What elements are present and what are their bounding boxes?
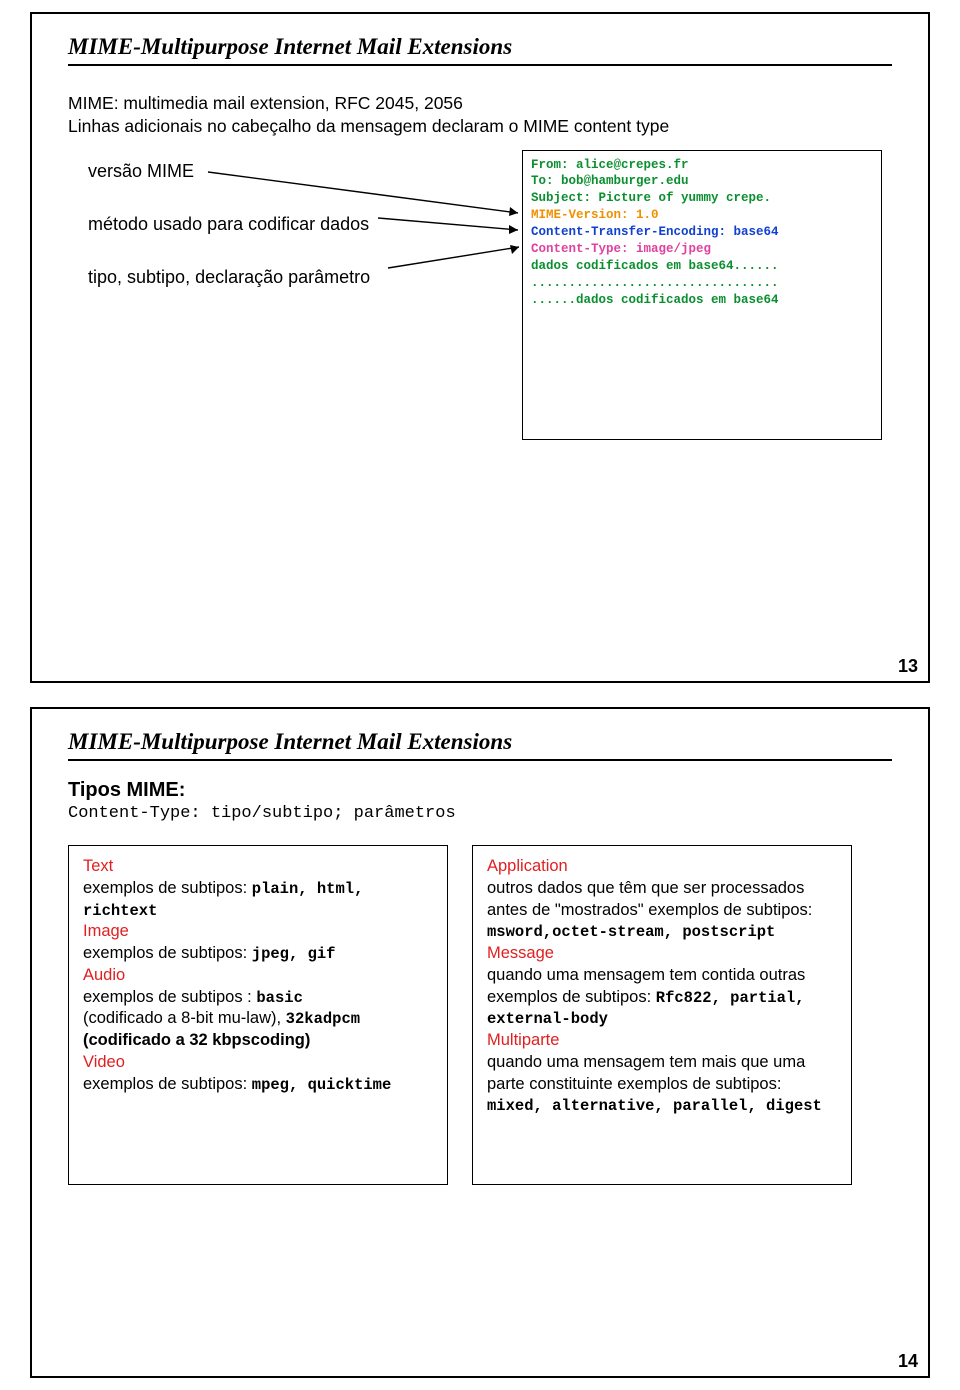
type-message: Message (487, 944, 554, 962)
example-label: outros dados que têm que ser processados… (487, 879, 812, 919)
code-data: ................................. (531, 276, 779, 290)
slide-title: MIME-Multipurpose Internet Mail Extensio… (68, 729, 892, 755)
example-values: jpeg, gif (252, 945, 336, 963)
intro-block: MIME: multimedia mail extension, RFC 204… (68, 92, 892, 138)
type-text: Text (83, 857, 113, 875)
example-values: basic (256, 989, 303, 1007)
example-note: (codificado a 32 kbpscoding) (83, 1031, 310, 1049)
label-encoding: método usado para codificar dados (88, 213, 370, 236)
example-values: mixed, alternative, parallel, digest (487, 1097, 822, 1115)
types-right-card: Application outros dados que têm que ser… (472, 845, 852, 1185)
content-row: versão MIME método usado para codificar … (68, 160, 892, 460)
page-number: 14 (898, 1351, 918, 1372)
type-video: Video (83, 1053, 125, 1071)
slide-title: MIME-Multipurpose Internet Mail Extensio… (68, 34, 892, 60)
code-version: MIME-Version: 1.0 (531, 208, 659, 222)
section-heading: Tipos MIME: (68, 779, 892, 802)
label-version: versão MIME (88, 160, 370, 183)
types-left-card: Text exemplos de subtipos: plain, html, … (68, 845, 448, 1185)
example-label: exemplos de subtipos: (83, 944, 252, 962)
example-values: 32kadpcm (286, 1010, 360, 1028)
intro-line: Linhas adicionais no cabeçalho da mensag… (68, 115, 892, 138)
title-divider (68, 64, 892, 66)
slide-13: MIME-Multipurpose Internet Mail Extensio… (0, 0, 960, 695)
left-labels: versão MIME método usado para codificar … (88, 160, 370, 320)
example-values: mpeg, quicktime (252, 1076, 392, 1094)
label-contenttype: tipo, subtipo, declaração parâmetro (88, 266, 370, 289)
code-ctype: Content-Type: image/jpeg (531, 242, 711, 256)
code-from: From: alice@crepes.fr (531, 158, 689, 172)
intro-line: MIME: multimedia mail extension, RFC 204… (68, 92, 892, 115)
example-label: exemplos de subtipos: (83, 879, 252, 897)
slide-14: MIME-Multipurpose Internet Mail Extensio… (0, 695, 960, 1390)
example-note: (codificado a 8-bit mu-law), (83, 1009, 286, 1027)
code-data: dados codificados em base64...... (531, 259, 779, 273)
type-application: Application (487, 857, 568, 875)
example-label: quando uma mensagem tem mais que uma par… (487, 1053, 805, 1093)
example-values: msword,octet-stream, postscript (487, 923, 775, 941)
type-image: Image (83, 922, 129, 940)
slide-border: MIME-Multipurpose Internet Mail Extensio… (30, 12, 930, 683)
example-label: exemplos de subtipos: (83, 1075, 252, 1093)
section-sub: Content-Type: tipo/subtipo; parâmetros (68, 804, 892, 823)
page-number: 13 (898, 656, 918, 677)
type-audio: Audio (83, 966, 125, 984)
code-subject: Subject: Picture of yummy crepe. (531, 191, 771, 205)
code-to: To: bob@hamburger.edu (531, 174, 689, 188)
title-divider (68, 759, 892, 761)
type-multipart: Multiparte (487, 1031, 559, 1049)
type-columns: Text exemplos de subtipos: plain, html, … (68, 845, 892, 1185)
slide-border: MIME-Multipurpose Internet Mail Extensio… (30, 707, 930, 1378)
code-encoding: Content-Transfer-Encoding: base64 (531, 225, 779, 239)
code-data: ......dados codificados em base64 (531, 293, 779, 307)
example-label: exemplos de subtipos : (83, 988, 256, 1006)
mime-header-box: From: alice@crepes.fr To: bob@hamburger.… (522, 150, 882, 440)
